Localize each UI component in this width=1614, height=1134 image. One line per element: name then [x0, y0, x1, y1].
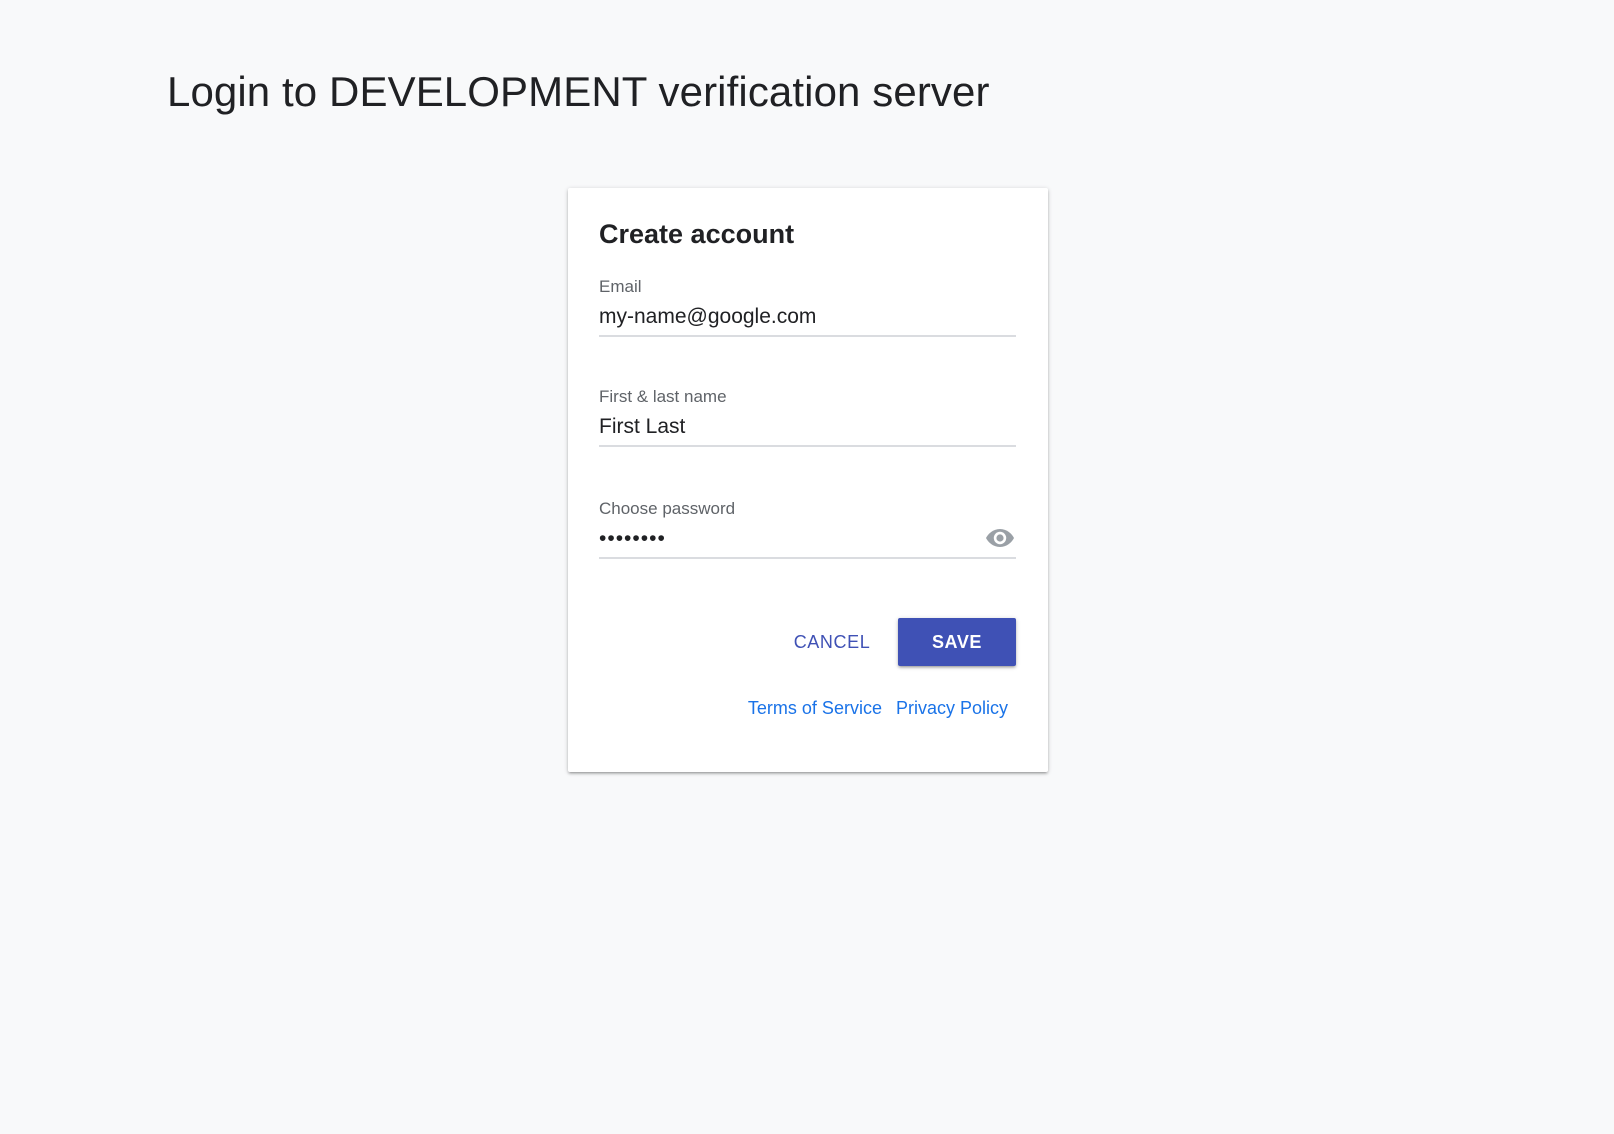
- card-title: Create account: [599, 219, 795, 249]
- form-actions: CANCEL SAVE: [568, 618, 1048, 666]
- page-title: Login to DEVELOPMENT verification server: [167, 68, 990, 115]
- email-underline: [599, 335, 1016, 337]
- eye-icon: [986, 529, 1014, 547]
- footer-links: Terms of Service Privacy Policy: [748, 696, 1008, 720]
- email-input[interactable]: [599, 302, 1016, 332]
- email-field: Email: [599, 276, 1016, 338]
- password-input[interactable]: [599, 524, 959, 554]
- name-label: First & last name: [599, 387, 727, 406]
- toggle-password-visibility-button[interactable]: [984, 524, 1016, 552]
- name-input[interactable]: [599, 412, 1016, 442]
- name-field: First & last name: [599, 386, 1016, 448]
- name-underline: [599, 445, 1016, 447]
- privacy-policy-link[interactable]: Privacy Policy: [896, 696, 1008, 720]
- create-account-card: Create account Email First & last name C…: [568, 188, 1048, 772]
- email-label: Email: [599, 277, 642, 296]
- cancel-button[interactable]: CANCEL: [780, 618, 884, 666]
- password-label: Choose password: [599, 499, 736, 518]
- password-underline: [599, 557, 1016, 559]
- password-field: Choose password: [599, 498, 1016, 560]
- terms-of-service-link[interactable]: Terms of Service: [748, 696, 882, 720]
- save-button[interactable]: SAVE: [898, 618, 1016, 666]
